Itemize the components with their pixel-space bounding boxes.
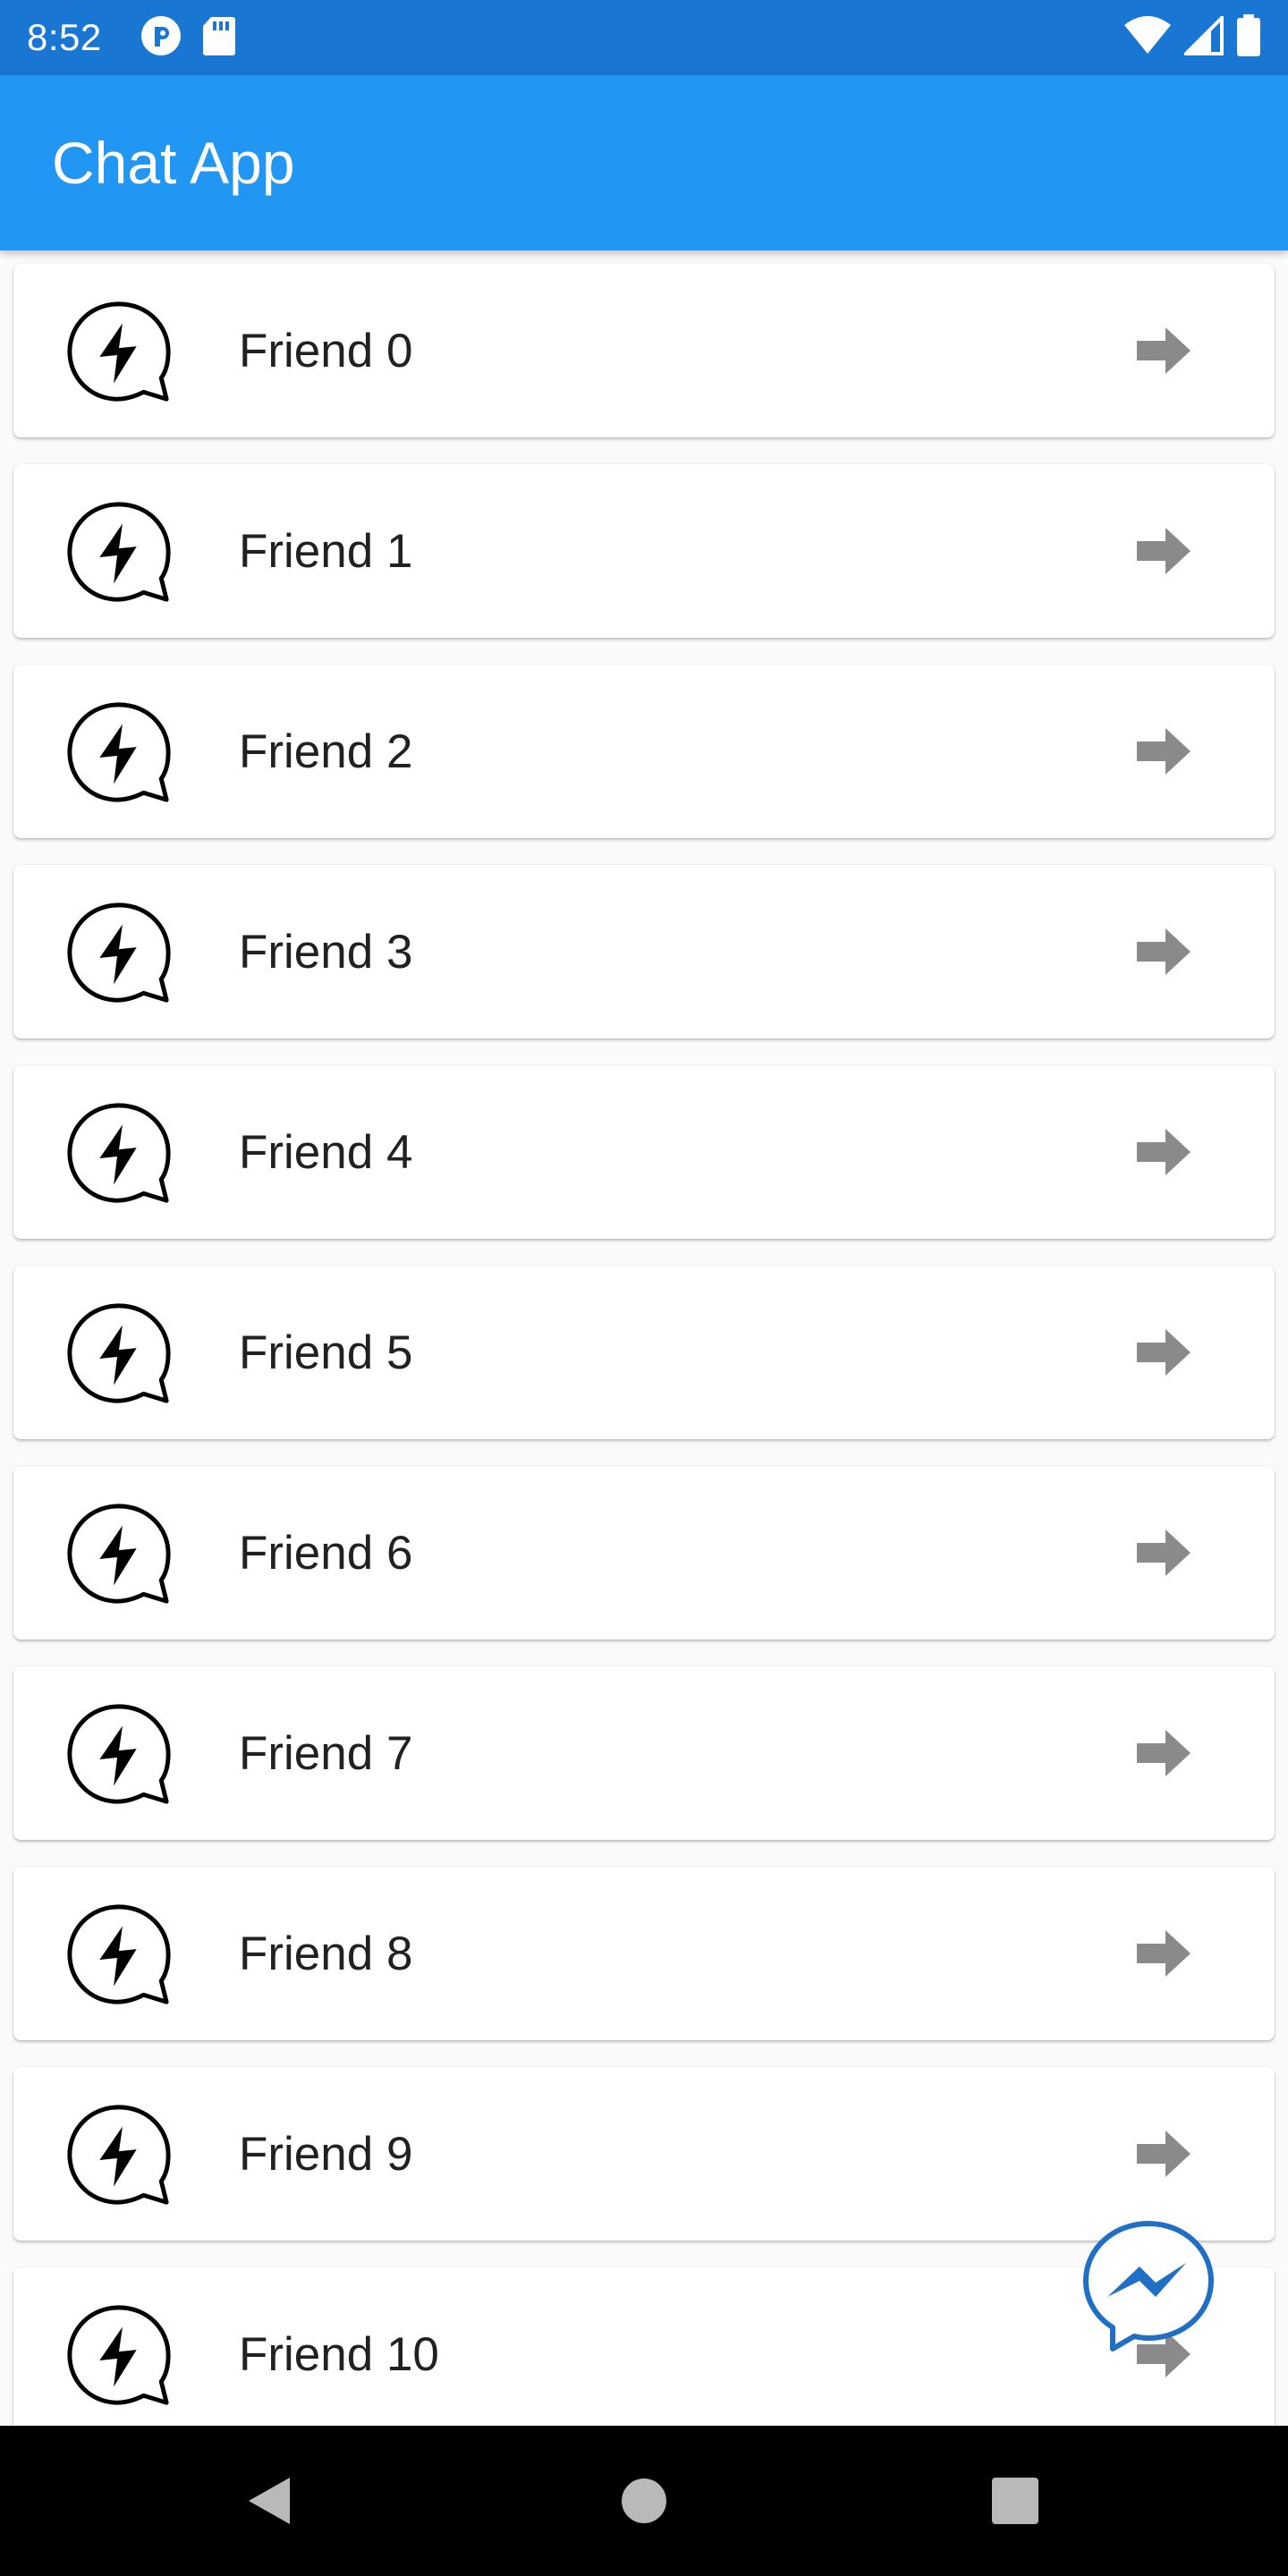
home-button[interactable]: [555, 2426, 733, 2576]
app-bar: Chat App: [0, 75, 1288, 250]
friend-list-item[interactable]: Friend 6: [13, 1466, 1275, 1640]
friend-name: Friend 7: [239, 1726, 413, 1780]
arrow-right-icon[interactable]: [1119, 1326, 1203, 1378]
app-notification-icon: [140, 14, 182, 62]
home-circle-icon: [622, 2479, 666, 2523]
arrow-right-icon[interactable]: [1119, 1928, 1203, 1979]
friends-list[interactable]: Friend 0 Friend 1 Friend 2 Friend 3 Frie…: [0, 250, 1288, 2426]
friend-name: Friend 3: [239, 925, 413, 979]
friend-list-item[interactable]: Friend 5: [13, 1266, 1275, 1439]
friend-name: Friend 0: [239, 324, 413, 377]
back-triangle-icon: [249, 2478, 290, 2524]
friend-name: Friend 8: [239, 1927, 413, 1980]
arrow-right-icon[interactable]: [1119, 1126, 1203, 1178]
friend-name: Friend 9: [239, 2127, 413, 2181]
friend-name: Friend 10: [239, 2327, 439, 2381]
messenger-outline-icon: [67, 1904, 171, 2004]
back-button[interactable]: [179, 2426, 358, 2576]
messenger-outline-icon: [67, 1504, 171, 1604]
messenger-fab-icon[interactable]: [1080, 2218, 1216, 2354]
messenger-outline-icon: [67, 2105, 171, 2205]
wifi-icon: [1123, 15, 1172, 60]
messenger-outline-icon: [67, 1303, 171, 1403]
sd-card-icon: [202, 15, 236, 61]
system-nav-bar: [0, 2426, 1288, 2576]
recents-button[interactable]: [926, 2426, 1105, 2576]
friend-list-item[interactable]: Friend 2: [13, 665, 1275, 838]
friend-list-item[interactable]: Friend 0: [13, 264, 1275, 437]
arrow-right-icon[interactable]: [1119, 1527, 1203, 1579]
messenger-outline-icon: [67, 702, 171, 802]
status-time: 8:52: [27, 16, 102, 58]
friend-list-item[interactable]: Friend 3: [13, 865, 1275, 1038]
friend-list-item[interactable]: Friend 4: [13, 1065, 1275, 1239]
cellular-signal-icon: [1182, 13, 1224, 60]
messenger-outline-icon: [67, 902, 171, 1003]
friend-list-item[interactable]: Friend 9: [13, 2067, 1275, 2241]
arrow-right-icon[interactable]: [1119, 725, 1203, 777]
messenger-outline-icon: [67, 1704, 171, 1804]
arrow-right-icon[interactable]: [1119, 2128, 1203, 2180]
friend-name: Friend 2: [239, 724, 413, 778]
app-title: Chat App: [52, 130, 295, 196]
friend-list-item[interactable]: Friend 1: [13, 464, 1275, 638]
recents-square-icon: [992, 2478, 1038, 2524]
arrow-right-icon[interactable]: [1119, 1727, 1203, 1779]
arrow-right-icon[interactable]: [1119, 325, 1203, 377]
arrow-right-icon[interactable]: [1119, 525, 1203, 577]
friend-list-item[interactable]: Friend 8: [13, 1867, 1275, 2040]
messenger-outline-icon: [67, 1103, 171, 1203]
friend-name: Friend 4: [239, 1125, 413, 1179]
friend-name: Friend 6: [239, 1526, 413, 1580]
status-bar: 8:52: [0, 0, 1288, 75]
messenger-outline-icon: [67, 301, 171, 402]
friend-list-item[interactable]: Friend 7: [13, 1666, 1275, 1840]
friend-name: Friend 1: [239, 524, 413, 578]
messenger-outline-icon: [67, 2305, 171, 2405]
arrow-right-icon[interactable]: [1119, 926, 1203, 978]
messenger-outline-icon: [67, 502, 171, 602]
battery-icon: [1236, 13, 1261, 62]
friend-name: Friend 5: [239, 1326, 413, 1379]
